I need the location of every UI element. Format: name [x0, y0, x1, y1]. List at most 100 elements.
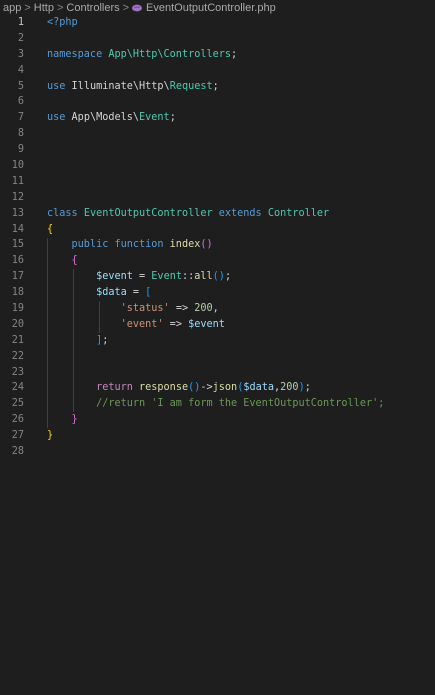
line-number: 9: [17, 144, 24, 156]
code-line[interactable]: 19 'status' => 200,: [0, 301, 435, 317]
code-line[interactable]: 12: [0, 190, 435, 206]
code-token: ->: [200, 382, 213, 394]
chevron-right-icon: >: [122, 1, 130, 14]
line-number: 4: [17, 64, 24, 76]
code-line[interactable]: 6: [0, 94, 435, 110]
line-number: 20: [11, 318, 24, 330]
code-line[interactable]: 9: [0, 142, 435, 158]
code-token: ;: [231, 48, 238, 60]
code-text: {: [47, 222, 53, 238]
code-line[interactable]: 20 'event' => $event: [0, 317, 435, 333]
code-line[interactable]: 15 public function index(): [0, 237, 435, 253]
code-line[interactable]: 14 {: [0, 222, 435, 238]
code-token: Request: [169, 80, 213, 92]
code-line[interactable]: 21 ];: [0, 333, 435, 349]
code-token: EventOutputController: [83, 207, 219, 219]
code-token: 'event': [120, 318, 164, 330]
line-number: 5: [17, 80, 24, 92]
code-token: ;: [102, 334, 109, 346]
code-text: ];: [47, 333, 108, 349]
line-number: 14: [11, 223, 24, 235]
breadcrumb-item-http[interactable]: Http: [34, 2, 54, 14]
code-line[interactable]: 26 }: [0, 412, 435, 428]
code-text: use App\Models\Event;: [47, 110, 176, 126]
code-text: public function index(): [47, 237, 213, 253]
breadcrumb-item-controllers[interactable]: Controllers: [66, 2, 119, 14]
code-line[interactable]: 25 //return 'I am form the EventOutputCo…: [0, 396, 435, 412]
code-line[interactable]: 8: [0, 126, 435, 142]
code-token: $event: [188, 318, 225, 330]
code-line[interactable]: 4: [0, 63, 435, 79]
code-token: [: [145, 287, 152, 299]
line-number: 28: [11, 446, 24, 458]
code-line[interactable]: 3 namespace App\Http\Controllers;: [0, 47, 435, 63]
code-token: all: [194, 271, 213, 283]
code-line[interactable]: 16 {: [0, 253, 435, 269]
code-token: (): [188, 382, 201, 394]
code-line[interactable]: 11: [0, 174, 435, 190]
line-number: 18: [11, 287, 24, 299]
code-text: return response()->json($data,200);: [47, 380, 311, 396]
code-line[interactable]: 22: [0, 349, 435, 365]
code-token: 200: [194, 303, 213, 315]
code-line[interactable]: 13 class EventOutputController extends Co…: [0, 206, 435, 222]
line-number: 13: [11, 207, 24, 219]
code-line[interactable]: 28: [0, 444, 435, 460]
code-token: index: [169, 239, 201, 251]
code-editor[interactable]: 1 <?php 2 3 namespace App\Http\Controllers; 4…: [0, 15, 435, 460]
line-number: 3: [17, 48, 24, 60]
line-number: 23: [11, 366, 24, 378]
line-number: 12: [11, 191, 24, 203]
code-text: }: [47, 428, 53, 444]
line-number: 27: [11, 430, 24, 442]
breadcrumb-item-app[interactable]: app: [3, 2, 21, 14]
line-number: 21: [11, 334, 24, 346]
line-number: 24: [11, 382, 24, 394]
code-line[interactable]: 10: [0, 158, 435, 174]
code-token: (): [212, 271, 225, 283]
code-token: Controller: [267, 207, 330, 219]
line-number: 2: [17, 32, 24, 44]
code-token: {: [47, 255, 78, 267]
php-file-icon: [132, 4, 143, 11]
code-token: ;: [304, 382, 311, 394]
code-token: Illuminate\Http\: [71, 80, 170, 92]
line-number: 6: [17, 96, 24, 108]
line-number: 15: [11, 239, 24, 251]
code-token: ;: [169, 112, 176, 124]
code-line[interactable]: 2: [0, 31, 435, 47]
code-token: Event: [151, 271, 182, 283]
line-number: 22: [11, 350, 24, 362]
code-line[interactable]: 24 return response()->json($data,200);: [0, 380, 435, 396]
code-token: {: [47, 223, 54, 235]
code-token: =: [132, 271, 152, 283]
code-line[interactable]: 1 <?php: [0, 15, 435, 31]
code-token: }: [47, 430, 54, 442]
code-token: $event: [96, 271, 133, 283]
code-line[interactable]: 5 use Illuminate\Http\Request;: [0, 79, 435, 95]
code-line[interactable]: 27}: [0, 428, 435, 444]
code-line[interactable]: 7 use App\Models\Event;: [0, 110, 435, 126]
code-line[interactable]: 23: [0, 365, 435, 381]
code-token: Event: [139, 112, 170, 124]
code-token: namespace: [47, 48, 109, 60]
code-token: ;: [224, 271, 232, 283]
line-number: 11: [11, 175, 24, 187]
line-number: 25: [11, 398, 24, 410]
line-number: 8: [17, 128, 24, 140]
code-token: return: [96, 382, 140, 394]
chevron-right-icon: >: [24, 1, 31, 14]
code-line[interactable]: 17 $event = Event::all();: [0, 269, 435, 285]
line-number: 17: [11, 271, 24, 283]
code-line[interactable]: 18 $data = [: [0, 285, 435, 301]
line-number: 16: [11, 255, 24, 267]
breadcrumb-item-file[interactable]: EventOutputController.php: [146, 2, 276, 14]
code-text: <?php: [47, 15, 78, 31]
code-token: function: [114, 239, 170, 251]
code-token: use: [47, 112, 72, 124]
